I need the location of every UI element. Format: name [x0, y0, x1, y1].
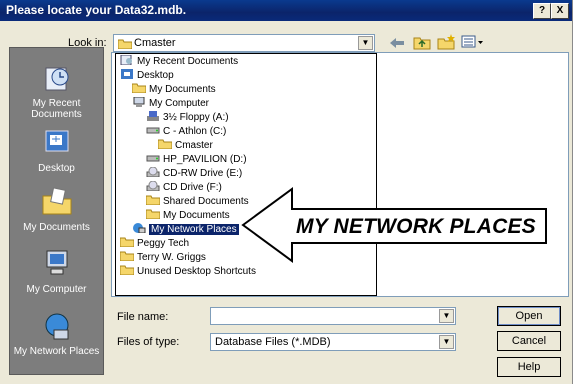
computer-icon [46, 250, 67, 275]
dropdown-item-label: HP_PAVILION (D:) [163, 154, 247, 165]
desktop-icon [121, 69, 133, 79]
dropdown-item[interactable]: My Documents [132, 83, 216, 96]
close-button[interactable]: X [551, 3, 569, 19]
folder-icon [118, 39, 132, 49]
chevron-down-icon[interactable]: ▼ [439, 309, 454, 323]
callout-label: MY NETWORK PLACES [296, 215, 536, 238]
place-my-computer[interactable]: My Computer [10, 248, 103, 295]
window-title: Please locate your Data32.mdb. [6, 3, 187, 17]
computer-icon [133, 97, 145, 107]
dropdown-item-label: Terry W. Griggs [137, 252, 206, 263]
dropdown-item[interactable]: CD Drive (F:) [146, 181, 222, 194]
dropdown-item[interactable]: Shared Documents [146, 195, 249, 208]
drive-icon [146, 155, 160, 162]
dropdown-item-label: My Documents [149, 84, 216, 95]
drive-icon [146, 127, 160, 134]
folder-icon [158, 139, 172, 149]
place-label: My Recent Documents [31, 98, 82, 120]
cd-icon [146, 181, 160, 191]
dropdown-item[interactable]: Desktop [120, 69, 174, 82]
title-bar[interactable]: Please locate your Data32.mdb. ? X [0, 0, 572, 21]
dropdown-item-selected[interactable]: My Network Places [132, 223, 239, 236]
open-file-dialog: Please locate your Data32.mdb. ? X Look … [0, 0, 573, 384]
recent-documents-icon [45, 67, 68, 91]
dropdown-item-label: My Network Places [149, 224, 239, 235]
folder-icon [120, 251, 134, 261]
place-my-recent-documents[interactable]: My Recent Documents [10, 62, 103, 120]
dropdown-item[interactable]: Unused Desktop Shortcuts [120, 265, 256, 278]
filename-label-text: File name: [117, 311, 169, 323]
folder-icon [146, 195, 160, 205]
place-label: My Network Places [13, 346, 100, 357]
help-title-button[interactable]: ? [533, 3, 551, 19]
network-icon [133, 223, 146, 233]
back-arrow-icon[interactable] [389, 37, 405, 49]
chevron-down-icon[interactable]: ▼ [439, 335, 454, 349]
dropdown-item-label: CD Drive (F:) [163, 182, 222, 193]
folder-icon [120, 265, 134, 275]
new-folder-icon[interactable] [437, 33, 457, 50]
dropdown-item[interactable]: 3½ Floppy (A:) [146, 111, 229, 124]
network-places-icon [45, 313, 68, 340]
cancel-button[interactable]: Cancel [497, 331, 561, 351]
floppy-icon [147, 111, 159, 121]
dropdown-item-label: My Documents [163, 210, 230, 221]
lookin-value: Cmaster [134, 37, 176, 49]
place-label: Desktop [38, 163, 75, 174]
place-label: My Computer [26, 284, 87, 295]
place-desktop[interactable]: Desktop [10, 127, 103, 174]
chevron-down-icon[interactable]: ▼ [358, 36, 373, 50]
dropdown-item[interactable]: CD-RW Drive (E:) [146, 167, 242, 180]
dropdown-item-label: Desktop [137, 70, 174, 81]
place-label: My Documents [23, 222, 90, 233]
dropdown-item[interactable]: Cmaster [158, 139, 213, 152]
documents-folder-icon [42, 187, 71, 215]
dropdown-item-label: Cmaster [175, 140, 213, 151]
dropdown-item[interactable]: My Recent Documents [120, 55, 238, 68]
dropdown-item-label: Unused Desktop Shortcuts [137, 266, 256, 277]
dropdown-item-label: My Computer [149, 98, 210, 109]
place-my-network-places[interactable]: My Network Places [10, 310, 103, 357]
help-button[interactable]: Help [497, 357, 561, 377]
dropdown-item-label: Peggy Tech [137, 238, 190, 249]
folder-icon [120, 237, 134, 247]
filetype-label: Files of type: [117, 336, 180, 348]
open-button[interactable]: Open [497, 306, 561, 326]
dropdown-item[interactable]: HP_PAVILION (D:) [146, 153, 247, 166]
dropdown-item-label: Shared Documents [163, 196, 249, 207]
recent-icon [120, 55, 132, 65]
filename-input[interactable]: ▼ [210, 307, 456, 325]
dropdown-item[interactable]: My Documents [146, 209, 230, 222]
filename-label: File name: [117, 311, 168, 323]
filetype-value: Database Files (*.MDB) [215, 336, 331, 348]
desktop-icon [45, 130, 68, 152]
filetype-select[interactable]: Database Files (*.MDB) ▼ [210, 333, 456, 351]
lookin-combo[interactable]: Cmaster ▼ [113, 34, 375, 52]
dropdown-item[interactable]: Peggy Tech [120, 237, 189, 250]
folder-icon [132, 83, 146, 93]
views-menu-icon[interactable] [461, 35, 485, 49]
place-my-documents[interactable]: My Documents [10, 186, 103, 233]
dropdown-item[interactable]: My Computer [132, 97, 209, 110]
dropdown-item-label: CD-RW Drive (E:) [163, 168, 243, 179]
places-bar: My Recent Documents Desktop My Documents [9, 47, 104, 375]
up-folder-icon[interactable] [413, 34, 431, 50]
folder-icon [146, 209, 160, 219]
dropdown-item-label: My Recent Documents [137, 56, 239, 67]
dropdown-item-label: 3½ Floppy (A:) [163, 112, 229, 123]
dropdown-item-label: C - Athlon (C:) [163, 126, 227, 137]
cd-icon [146, 167, 160, 177]
dropdown-item[interactable]: Terry W. Griggs [120, 251, 206, 264]
dropdown-item[interactable]: C - Athlon (C:) [146, 125, 226, 138]
